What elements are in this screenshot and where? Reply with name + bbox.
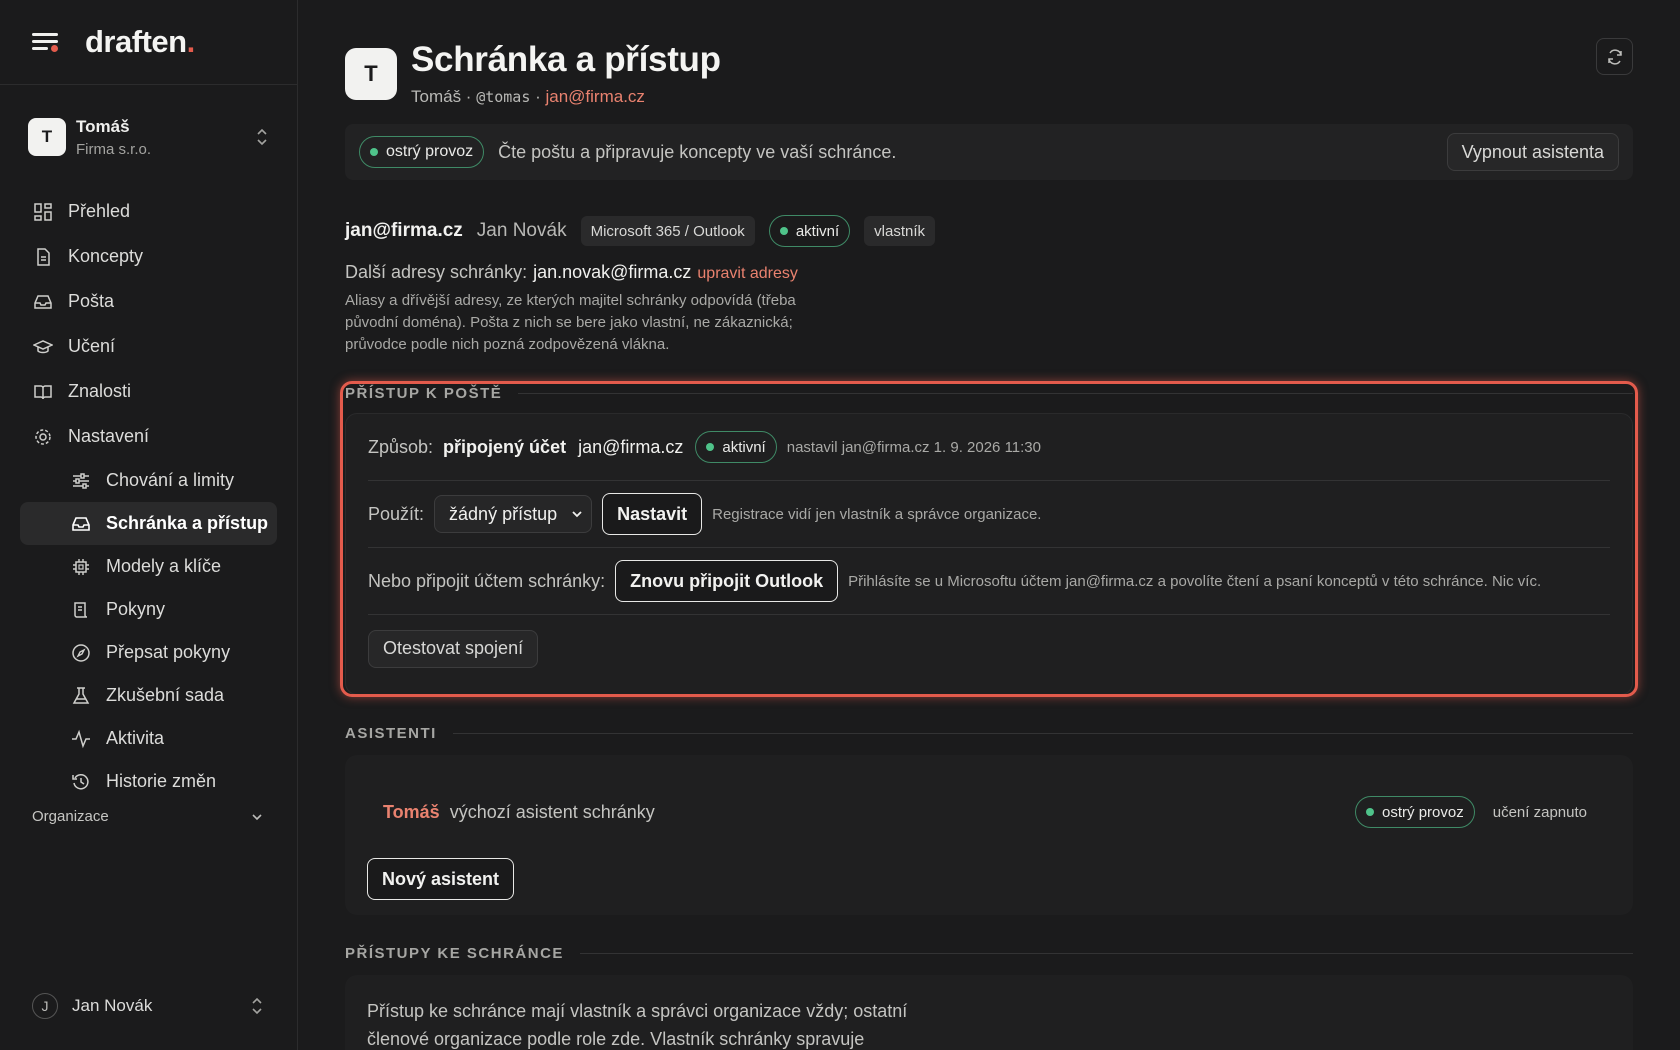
chevron-up-down-icon: [252, 997, 262, 1015]
section-title-assistants: ASISTENTI: [345, 725, 1633, 742]
compass-icon: [70, 642, 92, 664]
sliders-icon: [70, 470, 92, 492]
list-item[interactable]: Tomáš výchozí asistent schránky ostrý pr…: [383, 795, 1587, 829]
cpu-icon: [70, 556, 92, 578]
section-title-permissions: PŘÍSTUPY KE SCHRÁNCE: [345, 945, 1633, 962]
nav-item-uceni[interactable]: Učení: [20, 324, 277, 369]
edit-addresses-link[interactable]: upravit adresy: [697, 265, 798, 282]
provider-tag: Microsoft 365 / Outlook: [580, 216, 755, 246]
document-icon: [32, 246, 54, 268]
menu-icon[interactable]: [32, 31, 60, 53]
user-name: Jan Novák: [72, 996, 153, 1015]
nav-sub-schranka[interactable]: Schránka a přístup: [20, 502, 277, 545]
chevron-down-icon: [252, 813, 262, 820]
flask-icon: [70, 685, 92, 707]
main-nav: Přehled Koncepty Pošta Učení Znalosti Na…: [0, 189, 297, 803]
set-access-button[interactable]: Nastavit: [602, 493, 703, 535]
nav-item-znalosti[interactable]: Znalosti: [20, 369, 277, 414]
nav-item-koncepty[interactable]: Koncepty: [20, 234, 277, 279]
refresh-button[interactable]: [1596, 38, 1633, 75]
status-badge: ostrý provoz: [1355, 796, 1475, 828]
status-text: Čte poštu a připravuje koncepty ve vaší …: [498, 141, 897, 162]
nav-sub-aktivita[interactable]: Aktivita: [20, 717, 277, 760]
page-subtitle: Tomáš · @tomas · jan@firma.cz: [411, 87, 645, 106]
book-open-icon: [32, 381, 54, 403]
activity-icon: [70, 728, 92, 750]
nav-sub-chovani[interactable]: Chování a limity: [20, 459, 277, 502]
assistant-status-bar: ostrý provoz Čte poštu a připravuje konc…: [345, 124, 1633, 180]
header-email-link[interactable]: jan@firma.cz: [545, 87, 644, 106]
history-icon: [70, 771, 92, 793]
reconnect-outlook-button[interactable]: Znovu připojit Outlook: [615, 560, 839, 602]
avatar: J: [32, 993, 58, 1019]
nav-item-posta[interactable]: Pošta: [20, 279, 277, 324]
scroll-icon: [70, 599, 92, 621]
account-name: Jan Novák: [476, 220, 567, 241]
status-badge: aktivní: [768, 215, 851, 247]
nav-organizace-toggle[interactable]: Organizace: [32, 808, 264, 825]
assistant-avatar: T: [345, 48, 397, 100]
permissions-card: Přístup ke schránce mají vlastník a sprá…: [345, 975, 1633, 1050]
page-title: Schránka a přístup: [411, 40, 721, 79]
addresses-help: Aliasy a dřívější adresy, ze kterých maj…: [345, 292, 796, 353]
extra-addresses: Další adresy schránky: jan.novak@firma.cz…: [345, 262, 798, 282]
user-menu[interactable]: J Jan Novák: [32, 993, 264, 1019]
refresh-icon: [1607, 48, 1622, 65]
access-test-row: Otestovat spojení: [368, 615, 1610, 682]
workspace-avatar: T: [28, 118, 66, 156]
nav-sub-modely[interactable]: Modely a klíče: [20, 545, 277, 588]
nav-sub-prepsat[interactable]: Přepsat pokyny: [20, 631, 277, 674]
nav-sub-zkusebni[interactable]: Zkušební sada: [20, 674, 277, 717]
workspace-org: Firma s.r.o.: [76, 140, 152, 158]
graduation-cap-icon: [32, 336, 54, 358]
assistant-name[interactable]: Tomáš: [383, 802, 440, 823]
test-connection-button[interactable]: Otestovat spojení: [368, 629, 539, 668]
chevron-up-down-icon: [257, 128, 267, 146]
status-badge: aktivní: [695, 431, 777, 463]
section-title-access: PŘÍSTUP K POŠTĚ: [345, 385, 1633, 402]
status-badge: ostrý provoz: [359, 136, 485, 168]
gear-icon: [32, 426, 54, 448]
inbox-icon: [70, 513, 92, 535]
nav-item-nastaveni[interactable]: Nastavení: [20, 414, 277, 459]
page-header: T Schránka a přístup Tomáš · @tomas · ja…: [345, 40, 721, 107]
nav-sub-historie[interactable]: Historie změn: [20, 760, 277, 803]
nav-item-prehled[interactable]: Přehled: [20, 189, 277, 234]
account-email: jan@firma.cz: [345, 220, 463, 241]
workspace-switcher[interactable]: T Tomáš Firma s.r.o.: [0, 85, 297, 189]
new-assistant-button[interactable]: Nový asistent: [367, 858, 515, 900]
inbox-icon: [32, 291, 54, 313]
access-select[interactable]: žádný přístup: [434, 495, 593, 533]
workspace-name: Tomáš: [76, 116, 130, 136]
assistants-card: Tomáš výchozí asistent schránky ostrý pr…: [345, 755, 1633, 915]
role-tag: vlastník: [864, 216, 936, 246]
sidebar: draften. T Tomáš Firma s.r.o. Přehled Ko…: [0, 0, 298, 1050]
chevron-down-icon: [572, 511, 582, 518]
nav-sub-pokyny[interactable]: Pokyny: [20, 588, 277, 631]
dashboard-icon: [32, 201, 54, 223]
access-method-row: Způsob: připojený účet jan@firma.cz akti…: [368, 414, 1610, 481]
account-row: jan@firma.cz Jan Novák Microsoft 365 / O…: [345, 215, 936, 247]
access-use-row: Použít: žádný přístup Nastavit Registrac…: [368, 481, 1610, 548]
disable-assistant-button[interactable]: Vypnout asistenta: [1446, 133, 1619, 171]
brand-bar: draften.: [0, 0, 297, 85]
access-connect-row: Nebo připojit účtem schránky: Znovu přip…: [368, 548, 1610, 615]
mail-access-card: Způsob: připojený účet jan@firma.cz akti…: [345, 413, 1633, 695]
logo: draften.: [85, 24, 195, 59]
